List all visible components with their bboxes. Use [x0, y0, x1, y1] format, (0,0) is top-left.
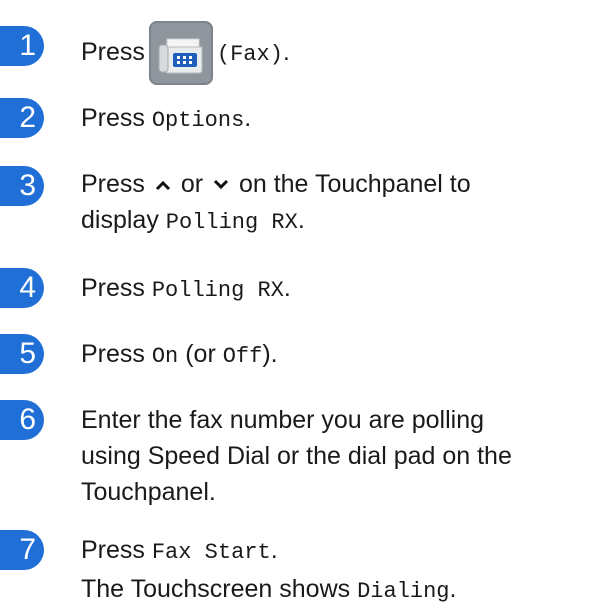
chevron-up-icon	[155, 181, 170, 191]
fax-icon	[158, 38, 203, 74]
step-3-text: Press or on the Touchpanel to display Po…	[81, 170, 471, 235]
step-2: 2 Press Options.	[0, 98, 614, 142]
off-label: Off	[222, 344, 263, 369]
step-4: 4 Press Polling RX.	[0, 268, 614, 312]
step-number-7: 7	[0, 530, 44, 570]
step-5: 5 Press On (or Off).	[0, 334, 614, 378]
fax-label: (Fax)	[216, 42, 283, 67]
fax-start-label: Fax Start	[151, 540, 271, 565]
step-number-4: 4	[0, 268, 44, 308]
step-7: 7 Press Fax Start. The Touchscreen shows…	[0, 530, 614, 610]
step-number-5: 5	[0, 334, 44, 374]
options-label: Options	[151, 108, 245, 133]
polling-rx-label: Polling RX	[151, 278, 284, 303]
on-label: On	[151, 344, 179, 369]
step-1: 1 Press (Fax).	[0, 8, 614, 88]
step-3: 3 Press or on the Touchpanel to display …	[0, 164, 614, 244]
chevron-down-icon	[213, 180, 229, 190]
step-6: 6 Enter the fax number you are polling u…	[0, 400, 614, 510]
step-1-text: Press (Fax).	[81, 20, 601, 87]
step-4-text: Press Polling RX.	[81, 274, 291, 303]
step-2-text: Press Options.	[81, 104, 252, 133]
fax-button[interactable]	[148, 21, 213, 86]
step-number-6: 6	[0, 400, 44, 440]
polling-rx-label: Polling RX	[165, 210, 298, 235]
step-7-text: Press Fax Start. The Touchscreen shows D…	[81, 536, 457, 604]
step-5-text: Press On (or Off).	[81, 340, 278, 369]
dialing-label: Dialing	[357, 579, 450, 604]
step-number-2: 2	[0, 98, 44, 138]
step-number-1: 1	[0, 26, 44, 66]
step-number-3: 3	[0, 166, 44, 206]
step-6-text: Enter the fax number you are polling usi…	[81, 406, 512, 506]
